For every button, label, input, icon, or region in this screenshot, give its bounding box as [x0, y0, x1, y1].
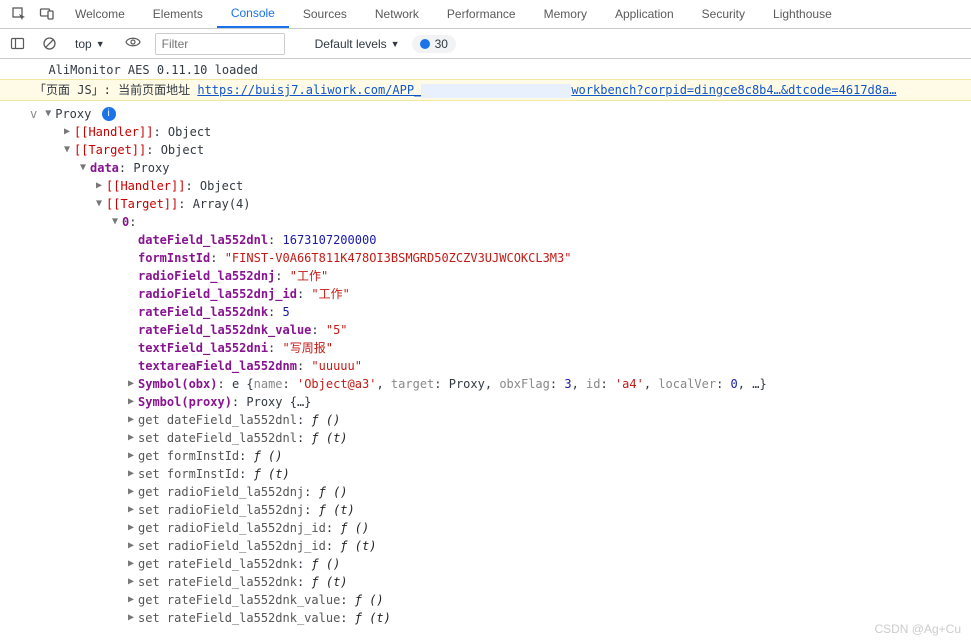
caret-icon[interactable]: ▶ — [128, 483, 138, 501]
log-message: 「页面 JS」: 当前页面地址 https://buisj7.aliwork.c… — [0, 79, 971, 101]
tree-row[interactable]: ▶get rateField_la552dnk: ƒ () — [30, 555, 971, 573]
caret-icon[interactable]: ▶ — [128, 537, 138, 555]
watermark: CSDN @Ag+Cu — [874, 622, 961, 636]
tab-sources[interactable]: Sources — [289, 0, 361, 28]
caret-icon[interactable]: ▶ — [64, 123, 74, 141]
tree-row[interactable]: ▶Symbol(obx): e {name: 'Object@a3', targ… — [30, 375, 971, 393]
tree-row[interactable]: radioField_la552dnj_id: "工作" — [30, 285, 971, 303]
levels-label: Default levels — [315, 37, 387, 51]
url-redacted — [421, 84, 571, 98]
object-tree: v▼Proxy i ▶[[Handler]]: Object ▼[[Target… — [0, 101, 971, 627]
caret-icon[interactable]: ▼ — [80, 159, 90, 177]
tree-row[interactable]: ▶[[Handler]]: Object — [30, 177, 971, 195]
caret-icon[interactable]: ▶ — [128, 591, 138, 609]
context-selector[interactable]: top ▼ — [69, 37, 111, 51]
tree-row[interactable]: ▶set radioField_la552dnj: ƒ (t) — [30, 501, 971, 519]
log-url-link[interactable]: workbench?corpid=dingce8c8b4…&dtcode=461… — [571, 83, 896, 97]
chevron-down-icon: ▼ — [391, 39, 400, 49]
tab-performance[interactable]: Performance — [433, 0, 530, 28]
tree-row[interactable]: formInstId: "FINST-V0A66T811K478OI3BSMGR… — [30, 249, 971, 267]
toggle-device-icon[interactable] — [33, 0, 61, 28]
tab-welcome[interactable]: Welcome — [61, 0, 139, 28]
tab-security[interactable]: Security — [688, 0, 759, 28]
context-label: top — [75, 37, 92, 51]
tree-row[interactable]: dateField_la552dnl: 1673107200000 — [30, 231, 971, 249]
tree-row[interactable]: textField_la552dni: "写周报" — [30, 339, 971, 357]
caret-icon[interactable]: ▼ — [96, 195, 106, 213]
tree-row[interactable]: ▶get rateField_la552dnk_value: ƒ () — [30, 591, 971, 609]
tree-row[interactable]: ▶get radioField_la552dnj: ƒ () — [30, 483, 971, 501]
tree-row[interactable]: ▼[[Target]]: Array(4) — [30, 195, 971, 213]
tree-row[interactable]: ▶set formInstId: ƒ (t) — [30, 465, 971, 483]
caret-icon[interactable]: ▶ — [128, 555, 138, 573]
chevron-down-icon: ▼ — [96, 39, 105, 49]
caret-icon[interactable]: ▶ — [128, 393, 138, 411]
caret-icon[interactable]: ▶ — [128, 465, 138, 483]
log-message: AliMonitor AES 0.11.10 loaded — [0, 61, 971, 79]
tree-row[interactable]: textareaField_la552dnm: "uuuuu" — [30, 357, 971, 375]
tree-row[interactable]: ▶set rateField_la552dnk_value: ƒ (t) — [30, 609, 971, 627]
caret-icon[interactable]: ▶ — [128, 573, 138, 591]
tree-row[interactable]: rateField_la552dnk: 5 — [30, 303, 971, 321]
log-url-link[interactable]: https://buisj7.aliwork.com/APP_ — [197, 83, 421, 97]
tree-row[interactable]: ▶set radioField_la552dnj_id: ƒ (t) — [30, 537, 971, 555]
caret-icon[interactable]: ▼ — [112, 213, 122, 231]
tree-row[interactable]: radioField_la552dnj: "工作" — [30, 267, 971, 285]
caret-icon[interactable]: ▼ — [45, 105, 55, 123]
tree-row[interactable]: v▼Proxy i — [30, 105, 971, 123]
tree-row[interactable]: ▼0: — [30, 213, 971, 231]
log-text: 「页面 JS」: 当前页面地址 — [34, 83, 197, 97]
tree-row[interactable]: rateField_la552dnk_value: "5" — [30, 321, 971, 339]
caret-icon[interactable]: ▶ — [128, 411, 138, 429]
devtools-tabbar: Welcome Elements Console Sources Network… — [0, 0, 971, 29]
caret-icon[interactable]: ▶ — [128, 609, 138, 627]
tree-row[interactable]: ▶[[Handler]]: Object — [30, 123, 971, 141]
tree-row[interactable]: ▼data: Proxy — [30, 159, 971, 177]
console-log-area: AliMonitor AES 0.11.10 loaded 「页面 JS」: 当… — [0, 59, 971, 637]
inspect-element-icon[interactable] — [5, 0, 33, 28]
tree-row[interactable]: ▶get dateField_la552dnl: ƒ () — [30, 411, 971, 429]
tab-elements[interactable]: Elements — [139, 0, 217, 28]
tree-row[interactable]: ▶set dateField_la552dnl: ƒ (t) — [30, 429, 971, 447]
caret-icon[interactable]: ▶ — [128, 447, 138, 465]
caret-icon[interactable]: ▶ — [128, 429, 138, 447]
issues-dot-icon — [420, 39, 430, 49]
tab-memory[interactable]: Memory — [530, 0, 601, 28]
caret-icon[interactable]: ▶ — [96, 177, 106, 195]
live-expression-icon[interactable] — [119, 36, 147, 51]
clear-console-icon[interactable] — [37, 32, 61, 56]
tab-network[interactable]: Network — [361, 0, 433, 28]
toggle-sidebar-icon[interactable] — [5, 32, 29, 56]
tree-row[interactable]: ▶set rateField_la552dnk: ƒ (t) — [30, 573, 971, 591]
tab-console[interactable]: Console — [217, 0, 289, 28]
info-icon[interactable]: i — [102, 107, 116, 121]
filter-input[interactable] — [155, 33, 285, 55]
tree-row[interactable]: ▶get formInstId: ƒ () — [30, 447, 971, 465]
tree-row[interactable]: ▶get radioField_la552dnj_id: ƒ () — [30, 519, 971, 537]
caret-icon[interactable]: ▼ — [64, 141, 74, 159]
caret-icon[interactable]: ▶ — [128, 375, 138, 393]
tab-lighthouse[interactable]: Lighthouse — [759, 0, 846, 28]
tree-row[interactable]: ▼[[Target]]: Object — [30, 141, 971, 159]
issues-count: 30 — [435, 37, 448, 51]
tab-application[interactable]: Application — [601, 0, 688, 28]
log-levels-selector[interactable]: Default levels ▼ — [311, 37, 404, 51]
issues-counter[interactable]: 30 — [412, 35, 456, 53]
caret-icon[interactable]: ▶ — [128, 501, 138, 519]
tree-row[interactable]: ▶Symbol(proxy): Proxy {…} — [30, 393, 971, 411]
console-toolbar: top ▼ Default levels ▼ 30 — [0, 29, 971, 59]
caret-icon[interactable]: ▶ — [128, 519, 138, 537]
